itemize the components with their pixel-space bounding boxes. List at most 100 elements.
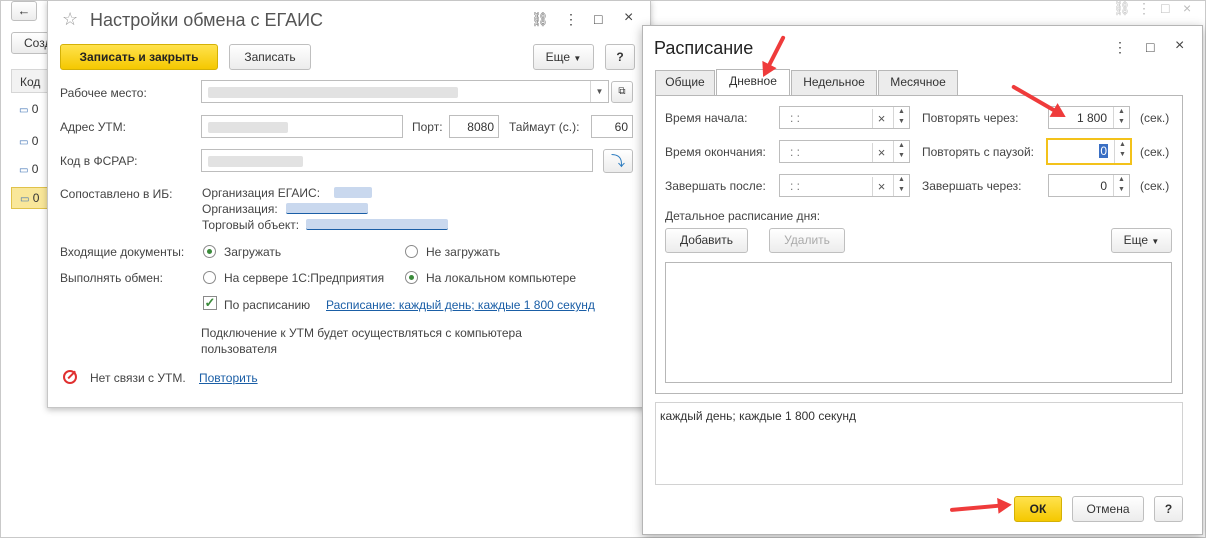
tab-monthly[interactable]: Месячное xyxy=(878,70,958,95)
more-button[interactable]: Еще ▼ xyxy=(1111,228,1172,253)
clear-icon[interactable]: × xyxy=(872,177,890,196)
trade-object-value[interactable] xyxy=(306,219,448,230)
spin-buttons[interactable]: ▲ ▼ xyxy=(893,175,909,196)
finish-after-label: Завершать после: xyxy=(665,179,766,193)
org-egais-value[interactable] xyxy=(334,187,372,198)
list-row[interactable]: ▭ 0 xyxy=(11,159,51,181)
matched-label: Сопоставлено в ИБ: xyxy=(60,187,173,201)
clear-icon[interactable]: × xyxy=(872,143,890,162)
link-icon[interactable]: ⛓ xyxy=(531,12,549,26)
maximize-icon[interactable]: □ xyxy=(594,12,602,26)
fetch-code-button[interactable]: ⤵ xyxy=(603,149,633,173)
finish-through-label: Завершать через: xyxy=(922,179,1022,193)
repeat-pause-field[interactable]: 0 ▲ ▼ xyxy=(1046,138,1132,165)
window-title: Настройки обмена с ЕГАИС xyxy=(90,10,324,30)
unit-label: (сек.) xyxy=(1140,179,1170,193)
help-button[interactable]: ? xyxy=(605,44,635,70)
bg-link-icon[interactable]: ⛓ xyxy=(1113,1,1131,15)
star-icon[interactable]: ☆ xyxy=(62,9,78,30)
spin-buttons[interactable]: ▲ ▼ xyxy=(1114,140,1130,163)
end-time-field[interactable]: : : × ▲ ▼ xyxy=(779,140,910,163)
spin-buttons[interactable]: ▲ ▼ xyxy=(1113,107,1129,128)
spin-buttons[interactable]: ▲ ▼ xyxy=(1113,175,1129,196)
schedule-checkbox-label: По расписанию xyxy=(224,298,311,312)
spin-buttons[interactable]: ▲ ▼ xyxy=(893,107,909,128)
start-time-field[interactable]: : : × ▲ ▼ xyxy=(779,106,910,129)
utm-address-label: Адрес УТМ: xyxy=(60,120,126,134)
chevron-down-icon: ▼ xyxy=(1151,237,1160,246)
schedule-checkbox[interactable]: ✓ xyxy=(203,296,217,310)
incoming-docs-label: Входящие документы: xyxy=(60,245,185,259)
org-value[interactable] xyxy=(286,203,368,214)
row-icon: ▭ xyxy=(19,137,29,148)
more-menu-icon[interactable]: ⋮ xyxy=(564,12,578,26)
list-row[interactable]: ▭ 0 xyxy=(11,99,51,121)
fsrar-code-label: Код в ФСРАР: xyxy=(60,154,138,168)
open-icon[interactable]: ⧉ xyxy=(611,81,633,103)
redacted-value xyxy=(208,122,288,133)
retry-link[interactable]: Повторить xyxy=(199,371,258,385)
back-button[interactable]: ← xyxy=(11,1,37,21)
radio-no-load[interactable] xyxy=(405,245,418,258)
dialog-title: Расписание xyxy=(654,38,754,58)
execute-exchange-label: Выполнять обмен: xyxy=(60,271,163,285)
delete-button[interactable]: Удалить xyxy=(769,228,845,253)
fsrar-code-field[interactable] xyxy=(201,149,593,172)
redacted-value xyxy=(208,156,303,167)
list-row[interactable]: ▭ 0 xyxy=(11,131,51,153)
spin-buttons[interactable]: ▲ ▼ xyxy=(893,141,909,162)
detail-schedule-list[interactable] xyxy=(665,262,1172,383)
tab-daily[interactable]: Дневное xyxy=(716,69,790,96)
list-row-selected[interactable]: ▭ 0 xyxy=(11,187,51,209)
org-label: Организация: xyxy=(202,202,278,216)
tab-general[interactable]: Общие xyxy=(655,70,715,95)
save-button[interactable]: Записать xyxy=(229,44,311,70)
radio-local[interactable] xyxy=(405,271,418,284)
timeout-label: Таймаут (с.): xyxy=(509,120,580,134)
bg-more-icon[interactable]: ⋮ xyxy=(1137,1,1151,15)
add-button[interactable]: Добавить xyxy=(665,228,748,253)
create-button[interactable]: Созд xyxy=(11,32,49,54)
connection-note: Подключение к УТМ будет осуществляться с… xyxy=(201,326,522,356)
schedule-summary: каждый день; каждые 1 800 секунд xyxy=(655,402,1183,485)
cancel-button[interactable]: Отмена xyxy=(1072,496,1144,522)
exchange-settings-window: ☆ Настройки обмена с ЕГАИС ⛓ ⋮ □ × Запис… xyxy=(47,0,651,408)
list-header: Код xyxy=(11,69,51,93)
schedule-link[interactable]: Расписание: каждый день; каждые 1 800 се… xyxy=(326,298,595,312)
redacted-value xyxy=(208,87,458,98)
ok-button[interactable]: ОК xyxy=(1014,496,1062,522)
radio-server-label: На сервере 1С:Предприятия xyxy=(224,271,385,285)
finish-through-field[interactable]: 0 ▲ ▼ xyxy=(1048,174,1130,197)
help-button[interactable]: ? xyxy=(1154,496,1183,522)
workplace-field[interactable]: ▼ xyxy=(201,80,609,103)
finish-after-field[interactable]: : : × ▲ ▼ xyxy=(779,174,910,197)
detail-schedule-label: Детальное расписание дня: xyxy=(665,209,821,223)
close-icon[interactable]: × xyxy=(1175,38,1184,54)
radio-local-label: На локальном компьютере xyxy=(426,271,576,285)
dropdown-icon[interactable]: ▼ xyxy=(590,81,608,102)
more-menu-icon[interactable]: ⋮ xyxy=(1113,40,1127,54)
row-icon: ▭ xyxy=(20,194,30,205)
clear-icon[interactable]: × xyxy=(872,109,890,128)
start-time-label: Время начала: xyxy=(665,111,748,125)
port-label: Порт: xyxy=(412,120,443,134)
end-time-label: Время окончания: xyxy=(665,145,766,159)
utm-address-field[interactable] xyxy=(201,115,403,138)
bg-close-icon[interactable]: × xyxy=(1183,1,1191,15)
timeout-field[interactable]: 60 xyxy=(591,115,633,138)
port-field[interactable]: 8080 xyxy=(449,115,499,138)
unit-label: (сек.) xyxy=(1140,145,1170,159)
tab-weekly[interactable]: Недельное xyxy=(791,70,877,95)
repeat-pause-label: Повторять с паузой: xyxy=(922,145,1035,159)
close-icon[interactable]: × xyxy=(624,10,633,26)
trade-object-label: Торговый объект: xyxy=(202,218,300,232)
bg-maximize-icon[interactable]: □ xyxy=(1161,1,1169,15)
radio-load[interactable] xyxy=(203,245,216,258)
more-button[interactable]: Еще ▼ xyxy=(533,44,594,70)
workplace-label: Рабочее место: xyxy=(60,86,147,100)
maximize-icon[interactable]: □ xyxy=(1146,40,1154,54)
radio-server[interactable] xyxy=(203,271,216,284)
repeat-every-label: Повторять через: xyxy=(922,111,1019,125)
save-and-close-button[interactable]: Записать и закрыть xyxy=(60,44,218,70)
radio-load-label: Загружать xyxy=(224,245,282,259)
